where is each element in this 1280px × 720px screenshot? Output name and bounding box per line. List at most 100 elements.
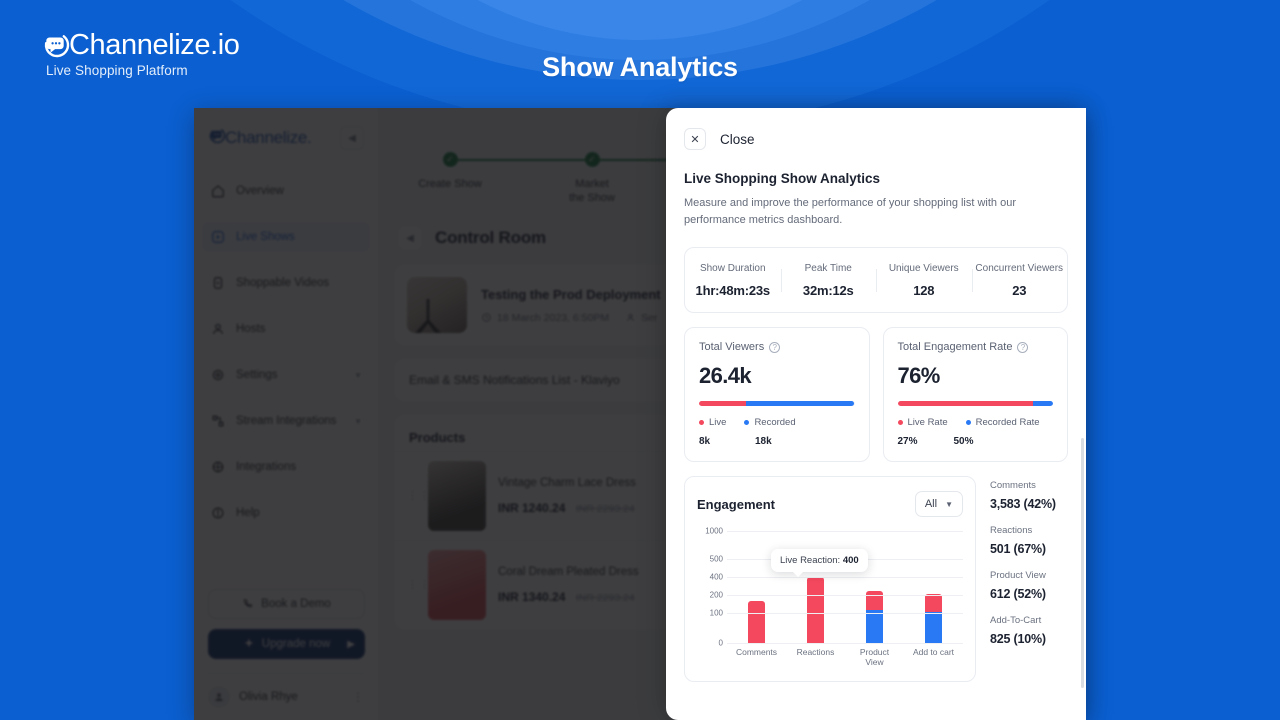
engagement-stat-add-to-cart: Add-To-Cart 825 (10%) [990, 615, 1068, 646]
sidebar-item-settings[interactable]: Settings ▼ [202, 360, 370, 390]
app-sidebar: Channelize. ◀ Overview Live Shows Shoppa… [194, 108, 379, 720]
chart-segment-recorded [866, 610, 883, 643]
sidebar-item-label: Integrations [236, 461, 297, 473]
sidebar-item-help[interactable]: Help [202, 498, 370, 528]
metric-label: Show Duration [699, 262, 766, 274]
sidebar-item-label: Help [236, 507, 260, 519]
engagement-filter-value: All [924, 498, 938, 510]
chart-gridline [727, 595, 963, 596]
chart-bar-column[interactable] [795, 577, 837, 643]
legend-dot-icon [965, 420, 971, 425]
more-vertical-icon[interactable]: ⋮ [352, 690, 365, 704]
viewers-split-bar [699, 401, 855, 406]
chevron-left-icon: ◀ [348, 132, 356, 144]
user-icon [210, 321, 226, 337]
sidebar-user[interactable]: Olivia Rhye ⋮ [208, 673, 365, 708]
drag-handle-icon[interactable]: ⋮⋮ [407, 579, 430, 590]
engagement-filter-select[interactable]: All ▼ [914, 491, 963, 517]
book-a-demo-label: Book a Demo [261, 598, 331, 610]
screenshot-stage: Channelize.io Live Shopping Platform Sho… [0, 0, 1280, 720]
chart-gridline [727, 531, 963, 532]
home-icon [210, 183, 226, 199]
total-viewers-value: 26.4k [699, 363, 752, 388]
engagement-stats-list: Comments 3,583 (42%) Reactions 501 (67%)… [990, 476, 1068, 682]
stat-value: 612 (52%) [990, 587, 1046, 601]
show-host-text: Ser [641, 311, 658, 324]
sidebar-item-hosts[interactable]: Hosts [202, 314, 370, 344]
engagement-rate-value: 76% [897, 363, 941, 388]
chart-bar-column[interactable] [854, 590, 896, 643]
upgrade-now-button[interactable]: Upgrade now ▶ [208, 629, 365, 659]
summary-metric-concurrent-viewers: Concurrent Viewers 23 [971, 263, 1068, 298]
engagement-bar-chart: 1000 500 400 200 100 0 Comments Reactions Produ… [697, 527, 963, 667]
product-name: Coral Dream Pleated Dress [498, 566, 639, 578]
legend-value-live-rate: 27% [897, 436, 918, 447]
chart-segment-live [925, 593, 942, 613]
modal-scrollbar[interactable] [1081, 438, 1084, 688]
background-arc-4 [290, 0, 990, 40]
chart-gridline [727, 613, 963, 614]
engagement-title: Engagement [697, 496, 776, 512]
question-circle-icon[interactable]: ? [769, 341, 781, 353]
close-icon[interactable]: ✕ [684, 128, 706, 150]
engagement-recorded-segment [1032, 401, 1053, 406]
legend-value-live: 8k [699, 436, 711, 447]
sidebar-item-integrations[interactable]: Integrations [202, 452, 370, 482]
chart-y-tick: 100 [709, 608, 723, 618]
sidebar-logo[interactable]: Channelize. [208, 126, 312, 150]
modal-scroll-area: ✕ Close Live Shopping Show Analytics Mea… [666, 108, 1086, 720]
show-title: Testing the Prod Deployment [481, 286, 661, 302]
product-compare-price: INR 2293.24 [575, 592, 635, 604]
show-date-text: 18 March 2023, 6:50PM [497, 311, 610, 324]
chart-bars [727, 531, 963, 643]
plug-icon [210, 459, 226, 475]
product-price: INR 1240.24 [498, 501, 566, 515]
back-button[interactable]: ◀ [397, 225, 423, 251]
sidebar-item-label: Shoppable Videos [236, 277, 330, 289]
stat-value: 501 (67%) [990, 542, 1046, 556]
stat-label: Reactions [990, 525, 1033, 536]
metric-value: 128 [913, 282, 935, 298]
sidebar-item-live-shows[interactable]: Live Shows [202, 222, 370, 252]
modal-title: Live Shopping Show Analytics [684, 171, 881, 186]
products-heading: Products [409, 429, 466, 445]
background-arc-3 [170, 0, 1110, 60]
page-title: Show Analytics [542, 52, 738, 82]
chart-gridline [727, 643, 963, 644]
legend-label: Recorded Rate [975, 417, 1040, 428]
legend-value-recorded: 18k [755, 436, 772, 447]
chart-bar-column[interactable] [736, 601, 778, 643]
chart-bar-column[interactable] [913, 593, 955, 643]
legend-recorded: Recorded [744, 417, 796, 428]
drag-handle-icon[interactable]: ⋮⋮ [407, 490, 430, 501]
avatar [208, 686, 230, 708]
sidebar-item-label: Settings [236, 369, 278, 381]
engagement-stat-reactions: Reactions 501 (67%) [990, 525, 1068, 556]
card-label: Total Engagement Rate [897, 341, 1013, 353]
sidebar-collapse-button[interactable]: ◀ [340, 126, 364, 150]
stat-label: Comments [990, 480, 1036, 491]
sidebar-item-stream-integrations[interactable]: Stream Integrations ▼ [202, 406, 370, 436]
engagement-chart-card: Engagement All ▼ 1000 500 400 200 100 0 Comme… [684, 476, 976, 682]
modal-close-row[interactable]: ✕ Close [684, 128, 1068, 150]
product-image [428, 550, 486, 620]
chart-x-label: Product View [859, 647, 890, 667]
headline-metrics-row: Total Viewers ? 26.4k Live Recorded 8k 1… [684, 327, 1068, 462]
chart-gridline [727, 577, 963, 578]
book-a-demo-button[interactable]: Book a Demo [208, 589, 365, 619]
upgrade-now-label: Upgrade now [261, 638, 331, 650]
legend-live-rate: Live Rate [897, 417, 948, 428]
control-room-title: Control Room [435, 228, 546, 247]
chart-y-tick: 200 [709, 590, 723, 600]
question-circle-icon[interactable]: ? [1017, 341, 1029, 353]
viewers-recorded-segment [745, 401, 855, 406]
sidebar-item-label: Overview [236, 185, 284, 197]
analytics-modal: ✕ Close Live Shopping Show Analytics Mea… [666, 108, 1086, 720]
sidebar-item-overview[interactable]: Overview [202, 176, 370, 206]
close-label: Close [720, 131, 755, 147]
sidebar-item-shoppable-videos[interactable]: Shoppable Videos [202, 268, 370, 298]
clock-icon [482, 313, 491, 322]
legend-label: Recorded [754, 417, 796, 428]
diamond-icon [243, 637, 255, 652]
summary-metric-show-duration: Show Duration 1hr:48m:23s [685, 263, 781, 298]
